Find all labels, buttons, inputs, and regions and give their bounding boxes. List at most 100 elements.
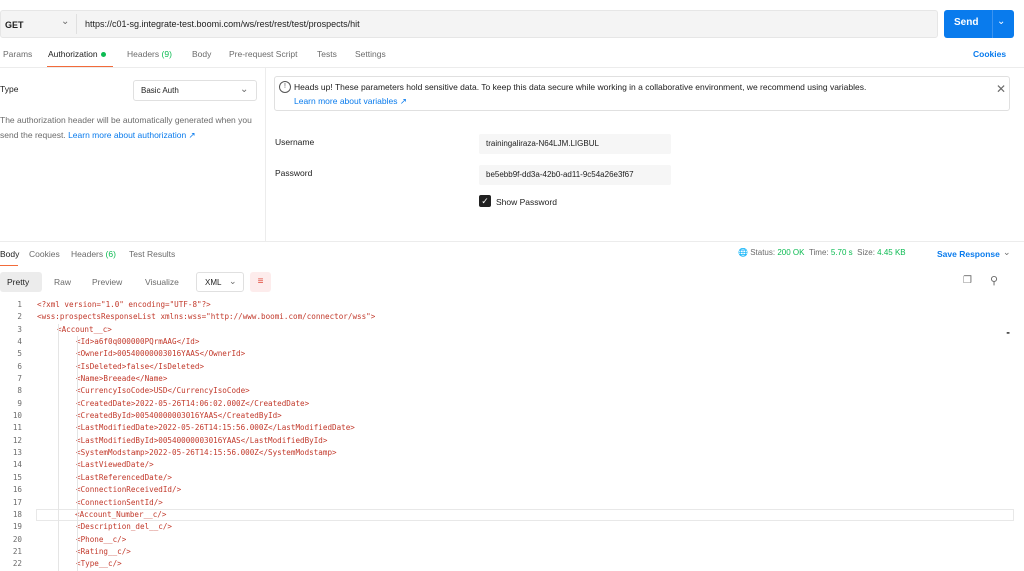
- close-icon[interactable]: ✕: [996, 82, 1006, 96]
- code-text: <OwnerId>00540000003016YAAS</OwnerId>: [76, 349, 246, 359]
- copy-icon[interactable]: ❐: [963, 275, 972, 286]
- send-button[interactable]: Send ⌄: [944, 10, 1014, 38]
- code-line: 19 <Description_del__c/>: [0, 521, 1014, 533]
- code-text: <Type__c/>: [76, 559, 122, 569]
- tab-headers-label: Headers: [127, 49, 160, 59]
- code-line: 11 <LastModifiedDate>2022-05-26T14:15:56.…: [0, 422, 1014, 434]
- code-text: <LastModifiedDate>2022-05-26T14:15:56.00…: [76, 423, 355, 433]
- code-text: <SystemModstamp>2022-05-26T14:15:56.000Z…: [76, 448, 337, 458]
- size-value[interactable]: 4.45 KB: [877, 248, 905, 257]
- code-text: <LastViewedDate/>: [76, 460, 154, 470]
- username-label: Username: [275, 137, 315, 147]
- view-pretty[interactable]: Pretty: [0, 272, 42, 292]
- method-select[interactable]: GET: [5, 20, 24, 30]
- code-line: 13 <SystemModstamp>2022-05-26T14:15:56.00…: [0, 447, 1014, 459]
- code-line: 2 <wss:prospectsResponseList xmlns:wss="h…: [0, 311, 1014, 323]
- tab-params[interactable]: Params: [3, 49, 32, 59]
- code-line: 4 <Id>a6f0q000000PQrmAAG</Id>: [0, 336, 1014, 348]
- response-headers-count: (6): [105, 249, 116, 259]
- code-line: 22 <Type__c/>: [0, 558, 1014, 570]
- code-text: <wss:prospectsResponseList xmlns:wss="ht…: [37, 312, 376, 322]
- view-pretty-label: Pretty: [7, 277, 30, 287]
- time-label: Time:: [808, 248, 829, 257]
- code-line: 12 <LastModifiedById>00540000003016YAAS</…: [0, 435, 1014, 447]
- code-text: <Account__c>: [57, 324, 112, 334]
- chevron-down-icon[interactable]: ⌄: [1003, 247, 1011, 258]
- tab-headers[interactable]: Headers (9): [127, 49, 172, 59]
- search-icon[interactable]: ⚲: [990, 274, 998, 287]
- chevron-down-icon: ⌄: [229, 276, 237, 286]
- line-number: 11: [12, 423, 22, 433]
- wrap-lines-icon[interactable]: ≡: [250, 272, 271, 292]
- chevron-down-icon[interactable]: ⌄: [61, 16, 69, 27]
- headers-count: (9): [161, 49, 172, 59]
- code-line: 14 <LastViewedDate/>: [0, 459, 1014, 471]
- chevron-down-icon[interactable]: ⌄: [997, 16, 1005, 27]
- response-tab-cookies[interactable]: Cookies: [29, 249, 60, 259]
- cookies-link[interactable]: Cookies: [973, 49, 1006, 59]
- line-number: 10: [12, 411, 22, 421]
- username-field[interactable]: trainingalirazа-N64LJM.LIGBUL: [479, 134, 671, 154]
- line-number: 22: [12, 559, 22, 569]
- save-response-button[interactable]: Save Response: [937, 249, 1000, 259]
- line-number: 4: [17, 337, 22, 347]
- status-label: Status:: [750, 248, 776, 257]
- status-dot-icon: [100, 52, 106, 58]
- code-text: <LastModifiedById>00540000003016YAAS</La…: [76, 435, 328, 445]
- code-text: <CreatedById>00540000003016YAAS</Created…: [76, 411, 282, 421]
- learn-more-authorization-link[interactable]: Learn more about authorization ↗: [68, 130, 196, 140]
- globe-icon[interactable]: 🌐: [738, 248, 748, 257]
- response-tab-headers-label: Headers: [71, 249, 104, 259]
- view-raw[interactable]: Raw: [46, 272, 82, 292]
- code-line: 20 <Phone__c/>: [0, 534, 1014, 546]
- tab-tests[interactable]: Tests: [317, 49, 337, 59]
- tab-authorization[interactable]: Authorization: [48, 49, 106, 59]
- code-text: <CreatedDate>2022-05-26T14:06:02.000Z</C…: [76, 398, 310, 408]
- tab-body[interactable]: Body: [192, 49, 211, 59]
- resize-handle-icon[interactable]: ╺: [1004, 328, 1009, 339]
- line-number: 18: [12, 509, 22, 519]
- request-bar: GET ⌄ https://c01-sg.integrate-test.boom…: [0, 10, 938, 38]
- view-preview-label: Preview: [92, 277, 123, 287]
- code-line: 15 <LastReferencedDate/>: [0, 472, 1014, 484]
- url-input[interactable]: https://c01-sg.integrate-test.boomi.com/…: [85, 19, 360, 29]
- code-text: <?xml version="1.0" encoding="UTF-8"?>: [37, 300, 211, 309]
- sensitive-data-notice: ! Heads up! These parameters hold sensit…: [274, 76, 1010, 111]
- code-editor[interactable]: 1 <?xml version="1.0" encoding="UTF-8"?> 2…: [0, 299, 1014, 571]
- show-password-checkbox[interactable]: ✓: [479, 195, 491, 207]
- show-password-label[interactable]: Show Password: [496, 197, 557, 207]
- code-line: 8 <CurrencyIsoCode>USD</CurrencyIsoCode>: [0, 385, 1014, 397]
- line-number: 15: [12, 472, 22, 482]
- code-line: 3 <Account__c>: [0, 324, 1014, 336]
- size-label: Size:: [857, 248, 875, 257]
- line-number: 2: [17, 312, 22, 322]
- auth-type-select[interactable]: Basic Auth ⌄: [133, 80, 257, 101]
- line-number: 16: [12, 485, 22, 495]
- password-field[interactable]: be5ebb9f-dd3a-42b0-ad11-9c54a26e3f67: [479, 165, 671, 185]
- tab-prerequest-script[interactable]: Pre-request Script: [229, 49, 298, 59]
- password-label: Password: [275, 168, 313, 178]
- code-text: <Id>a6f0q000000PQrmAAG</Id>: [76, 337, 200, 347]
- line-number: 14: [12, 460, 22, 470]
- view-preview[interactable]: Preview: [85, 272, 133, 292]
- auth-description: The authorization header will be automat…: [0, 113, 255, 143]
- type-label: Type: [0, 84, 19, 94]
- format-select[interactable]: XML ⌄: [196, 272, 244, 292]
- line-number: 5: [17, 349, 22, 359]
- code-text: <IsDeleted>false</IsDeleted>: [76, 361, 205, 371]
- view-visualize[interactable]: Visualize: [138, 272, 190, 292]
- line-number: 8: [17, 386, 22, 396]
- code-text: <Phone__c/>: [76, 534, 127, 544]
- response-tab-test-results[interactable]: Test Results: [129, 249, 175, 259]
- divider: [992, 10, 993, 38]
- time-value[interactable]: 5.70 s: [831, 248, 853, 257]
- auth-type-value: Basic Auth: [141, 86, 179, 95]
- response-tab-headers[interactable]: Headers (6): [71, 249, 116, 259]
- indent-guide: [77, 336, 78, 571]
- tab-settings[interactable]: Settings: [355, 49, 386, 59]
- username-value: trainingalirazа-N64LJM.LIGBUL: [486, 139, 599, 148]
- learn-more-variables-link[interactable]: Learn more about variables ↗: [294, 96, 407, 107]
- response-tab-body[interactable]: Body: [0, 249, 19, 259]
- line-number: 9: [17, 398, 22, 408]
- code-text: <Name>Breeade</Name>: [76, 374, 168, 384]
